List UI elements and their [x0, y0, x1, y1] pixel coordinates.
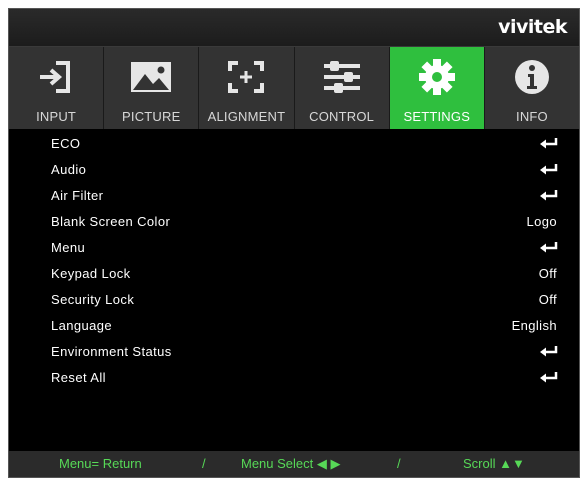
menu-item-label: ECO [51, 136, 81, 151]
footer-return-hint: Menu= Return [59, 456, 142, 471]
enter-icon [540, 346, 558, 357]
footer-select-hint: Menu Select ◀ ▶ [241, 456, 341, 471]
tab-label: ALIGNMENT [207, 109, 286, 124]
menu-item-reset-all[interactable]: Reset All [9, 365, 579, 391]
footer-separator: / [202, 456, 206, 471]
input-icon [32, 57, 80, 97]
picture-icon [127, 57, 175, 97]
tab-control[interactable]: CONTROL [295, 47, 390, 129]
tab-label: INPUT [36, 109, 77, 124]
tab-label: INFO [516, 109, 548, 124]
tab-input[interactable]: INPUT [9, 47, 105, 129]
menu-item-blank-screen-color[interactable]: Blank Screen Color Logo [9, 209, 579, 235]
brand-bar: vivitek [9, 9, 579, 47]
menu-item-security-lock[interactable]: Security Lock Off [9, 287, 579, 313]
help-footer: Menu= Return / Menu Select ◀ ▶ / Scroll … [9, 451, 579, 477]
tab-settings[interactable]: SETTINGS [389, 47, 485, 129]
tab-alignment[interactable]: ALIGNMENT [199, 47, 295, 129]
tab-bar: INPUT PICTURE ALIGNMENT CONTROL SETTINGS… [9, 47, 579, 129]
footer-scroll-hint: Scroll ▲▼ [463, 456, 525, 471]
settings-menu-list: ECO Audio Air Filter Blank Screen Color … [9, 131, 579, 391]
enter-icon [540, 190, 558, 201]
menu-item-label: Audio [51, 162, 87, 177]
menu-item-label: Security Lock [51, 292, 135, 307]
footer-separator: / [397, 456, 401, 471]
menu-item-label: Keypad Lock [51, 266, 131, 281]
enter-icon [540, 242, 558, 253]
menu-item-eco[interactable]: ECO [9, 131, 579, 157]
menu-item-value: English [511, 318, 557, 333]
menu-item-label: Air Filter [51, 188, 104, 203]
menu-item-label: Reset All [51, 370, 106, 385]
control-sliders-icon [318, 57, 366, 97]
menu-item-label: Environment Status [51, 344, 172, 359]
tab-label: PICTURE [122, 109, 181, 124]
alignment-icon [222, 57, 270, 97]
tab-label: CONTROL [309, 109, 375, 124]
menu-item-environment-status[interactable]: Environment Status [9, 339, 579, 365]
tab-label: SETTINGS [403, 109, 471, 124]
menu-item-value: Off [538, 292, 557, 307]
menu-item-value: Off [538, 266, 557, 281]
enter-icon [540, 164, 558, 175]
info-icon [508, 57, 556, 97]
menu-item-value: Logo [526, 214, 557, 229]
enter-icon [540, 372, 558, 383]
tab-picture[interactable]: PICTURE [104, 47, 200, 129]
menu-item-keypad-lock[interactable]: Keypad Lock Off [9, 261, 579, 287]
enter-icon [540, 138, 558, 149]
menu-item-air-filter[interactable]: Air Filter [9, 183, 579, 209]
menu-item-menu[interactable]: Menu [9, 235, 579, 261]
menu-item-label: Language [51, 318, 113, 333]
menu-item-language[interactable]: Language English [9, 313, 579, 339]
menu-item-label: Blank Screen Color [51, 214, 171, 229]
tab-info[interactable]: INFO [485, 47, 579, 129]
gear-icon [413, 57, 461, 97]
brand-logo: vivitek [498, 16, 567, 38]
projector-osd-menu: vivitek INPUT PICTURE ALIGNMENT CONTROL … [8, 8, 580, 478]
menu-item-label: Menu [51, 240, 86, 255]
menu-item-audio[interactable]: Audio [9, 157, 579, 183]
